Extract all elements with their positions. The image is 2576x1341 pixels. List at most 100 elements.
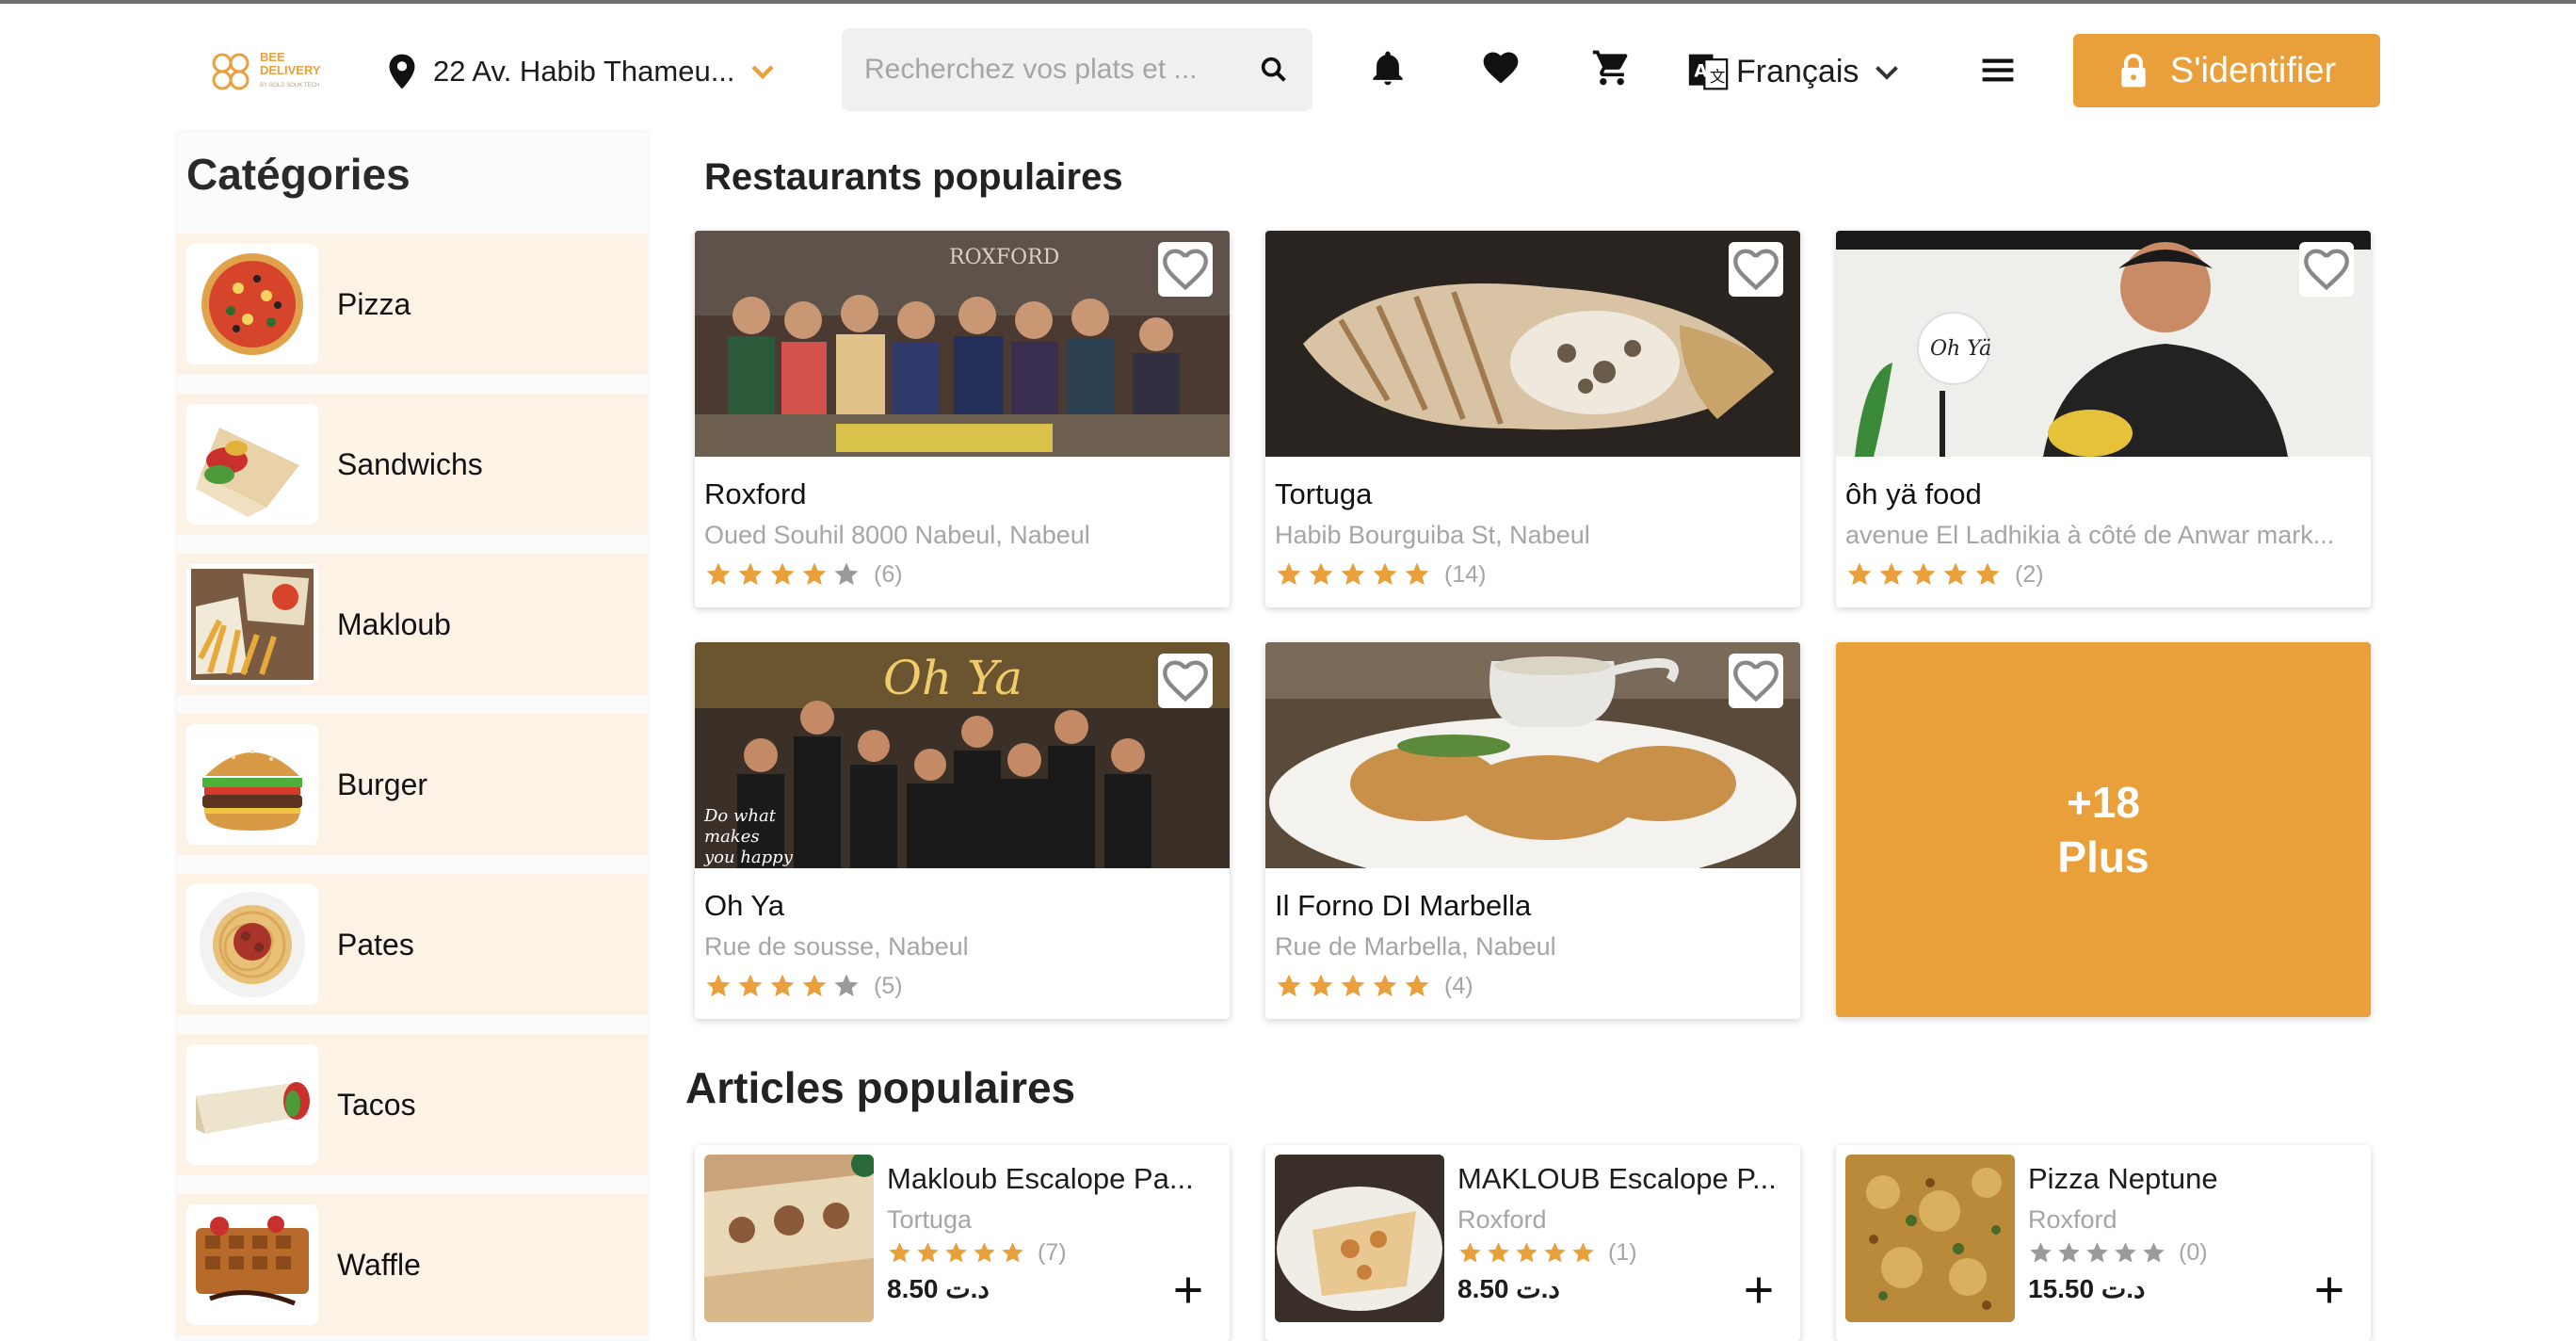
category-waffle[interactable]: Waffle bbox=[177, 1194, 648, 1335]
hamburger-menu-icon[interactable] bbox=[1979, 53, 2017, 87]
restaurant-card-oh-ya-food[interactable]: Oh Yä ôh yä food avenue El Ladhikia à cô… bbox=[1836, 231, 2371, 607]
search-bar bbox=[842, 28, 1312, 111]
star-rating bbox=[1457, 1240, 1599, 1266]
burger-icon bbox=[186, 724, 318, 845]
svg-text:Do what: Do what bbox=[703, 806, 777, 826]
star-filled-icon bbox=[1459, 1242, 1481, 1263]
category-sandwichs[interactable]: Sandwichs bbox=[177, 394, 648, 535]
chevron-down-icon bbox=[751, 65, 774, 80]
svg-text:Oh Yä: Oh Yä bbox=[1930, 337, 1991, 361]
star-filled-icon bbox=[889, 1242, 910, 1263]
star-filled-icon bbox=[1879, 562, 1904, 586]
category-pizza[interactable]: Pizza bbox=[177, 234, 648, 375]
bell-icon[interactable] bbox=[1367, 47, 1409, 89]
article-card[interactable]: Makloub Escalope Pa... Tortuga (7) 8.50 … bbox=[695, 1145, 1230, 1341]
star-rating bbox=[704, 560, 864, 589]
star-empty-icon bbox=[2058, 1242, 2080, 1263]
heart-outline-icon bbox=[1163, 249, 1208, 291]
search-input[interactable] bbox=[864, 54, 1232, 86]
star-filled-icon bbox=[1373, 974, 1397, 997]
star-filled-icon bbox=[1309, 562, 1333, 586]
article-card[interactable]: MAKLOUB Escalope P... Roxford (1) 8.50 د… bbox=[1265, 1145, 1800, 1341]
address-selector[interactable]: 22 Av. Habib Thameu... bbox=[386, 45, 777, 98]
star-empty-icon bbox=[834, 562, 859, 586]
star-filled-icon bbox=[1488, 1242, 1509, 1263]
restaurant-name: ôh yä food bbox=[1845, 477, 1982, 510]
restaurant-card-il-forno[interactable]: Il Forno DI Marbella Rue de Marbella, Na… bbox=[1265, 642, 1800, 1019]
add-to-cart-icon[interactable] bbox=[1171, 1273, 1205, 1307]
star-filled-icon bbox=[1911, 562, 1936, 586]
star-filled-icon bbox=[974, 1242, 995, 1263]
article-image bbox=[1275, 1155, 1444, 1322]
sidebar-title: Catégories bbox=[186, 150, 411, 199]
more-restaurants-button[interactable]: +18 Plus bbox=[1836, 642, 2371, 1017]
article-price: 15.50 د.ت bbox=[2028, 1274, 2146, 1303]
categories-sidebar: Catégories Pizza Sandwichs Makloub Burge… bbox=[177, 132, 648, 1341]
restaurant-address: avenue El Ladhikia à côté de Anwar mark.… bbox=[1845, 521, 2335, 549]
rating-stars: (14) bbox=[1275, 560, 1486, 589]
svg-text:ROXFORD: ROXFORD bbox=[949, 246, 1059, 269]
category-label: Pizza bbox=[337, 286, 411, 321]
restaurant-card-tortuga[interactable]: Tortuga Habib Bourguiba St, Nabeul (14) bbox=[1265, 231, 1800, 607]
article-image bbox=[1845, 1155, 2015, 1322]
star-filled-icon bbox=[802, 974, 827, 997]
star-rating bbox=[704, 972, 864, 1000]
category-label: Makloub bbox=[337, 606, 451, 641]
add-to-cart-icon[interactable] bbox=[1742, 1273, 1776, 1307]
category-pates[interactable]: Pates bbox=[177, 874, 648, 1015]
article-price: 8.50 د.ت bbox=[887, 1274, 990, 1303]
restaurant-name: Il Forno DI Marbella bbox=[1275, 889, 1532, 922]
star-filled-icon bbox=[1516, 1242, 1538, 1263]
star-rating bbox=[887, 1240, 1028, 1266]
language-selector[interactable]: A 文 Français bbox=[1687, 45, 1904, 98]
translate-icon: A 文 bbox=[1688, 54, 1729, 90]
restaurant-address: Habib Bourguiba St, Nabeul bbox=[1275, 521, 1590, 549]
star-filled-icon bbox=[706, 562, 731, 586]
login-label: S'identifier bbox=[2169, 50, 2337, 90]
logo[interactable]: BEE DELIVERY BY GOLD SOUK TECH bbox=[209, 45, 341, 98]
restaurant-address: Oued Souhil 8000 Nabeul, Nabeul bbox=[704, 521, 1090, 549]
logo-line2: DELIVERY bbox=[260, 63, 321, 77]
star-filled-icon bbox=[770, 562, 795, 586]
rating-stars: (2) bbox=[1845, 560, 2044, 589]
add-to-cart-icon[interactable] bbox=[2312, 1273, 2346, 1307]
category-label: Waffle bbox=[337, 1247, 421, 1282]
star-filled-icon bbox=[1309, 974, 1333, 997]
heart-outline-icon bbox=[1163, 660, 1208, 703]
rating-count: (4) bbox=[1444, 972, 1473, 999]
restaurant-image: Oh Ya Do what makes you happy bbox=[695, 642, 1230, 868]
cart-icon[interactable] bbox=[1591, 47, 1633, 89]
waffle-icon bbox=[186, 1204, 318, 1325]
star-rating bbox=[1275, 560, 1435, 589]
svg-text:you happy: you happy bbox=[703, 848, 794, 867]
category-burger[interactable]: Burger bbox=[177, 714, 648, 855]
favorite-button[interactable] bbox=[1729, 242, 1783, 297]
wrap-sandwich-icon bbox=[186, 404, 318, 525]
favorite-button[interactable] bbox=[1158, 654, 1213, 708]
favorites-heart-icon[interactable] bbox=[1480, 47, 1521, 89]
star-filled-icon bbox=[1002, 1242, 1023, 1263]
restaurant-name: Roxford bbox=[704, 477, 807, 510]
star-rating bbox=[1845, 560, 2005, 589]
rating-count: (6) bbox=[874, 560, 903, 588]
category-tacos[interactable]: Tacos bbox=[177, 1034, 648, 1175]
restaurant-card-oh-ya[interactable]: Oh Ya Do what makes you happy Oh Ya Rue … bbox=[695, 642, 1230, 1019]
makloub-icon bbox=[186, 564, 318, 685]
rating-count: (14) bbox=[1444, 560, 1487, 588]
star-empty-icon bbox=[2143, 1242, 2165, 1263]
category-label: Sandwichs bbox=[337, 446, 483, 481]
rating-stars: (6) bbox=[704, 560, 903, 589]
logo-line1: BEE bbox=[260, 50, 285, 64]
rating-count: (0) bbox=[2179, 1239, 2208, 1266]
favorite-button[interactable] bbox=[1158, 242, 1213, 297]
restaurant-card-roxford[interactable]: ROXFORD Roxford Oued Souhil 8000 Nabeul,… bbox=[695, 231, 1230, 607]
category-makloub[interactable]: Makloub bbox=[177, 554, 648, 695]
rating-stars: (1) bbox=[1457, 1239, 1637, 1267]
favorite-button[interactable] bbox=[2299, 242, 2354, 297]
star-rating bbox=[1275, 972, 1435, 1000]
article-card[interactable]: Pizza Neptune Roxford (0) 15.50 د.ت bbox=[1836, 1145, 2371, 1341]
favorite-button[interactable] bbox=[1729, 654, 1783, 708]
search-icon[interactable] bbox=[1258, 54, 1290, 86]
chevron-down-icon bbox=[1876, 66, 1899, 80]
login-button[interactable]: S'identifier bbox=[2073, 34, 2380, 107]
